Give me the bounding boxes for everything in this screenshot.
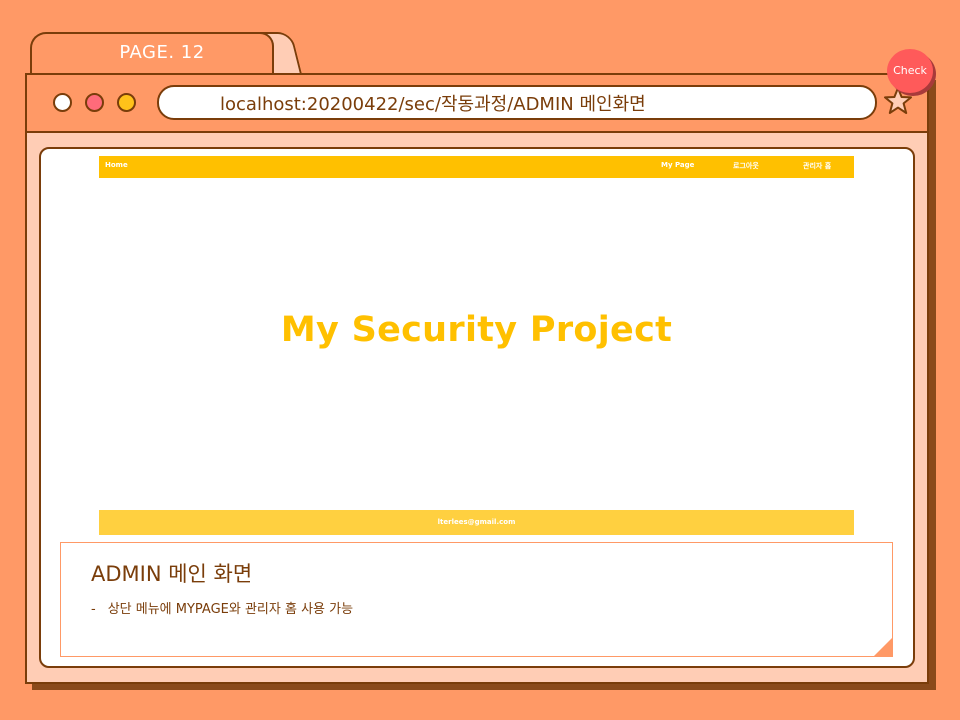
note-bullet: - 상단 메뉴에 MYPAGE와 관리자 홈 사용 가능 <box>91 598 353 617</box>
nav-home-link[interactable]: Home <box>105 161 128 169</box>
hero-title: My Security Project <box>280 310 673 350</box>
maximize-dot[interactable] <box>117 93 136 112</box>
address-bar-url: localhost:20200422/sec/작동과정/ADMIN 메인화면 <box>220 94 646 115</box>
footer-email: lterlees@gmail.com <box>437 518 516 526</box>
bullet-dash: - <box>91 602 96 617</box>
minimize-dot[interactable] <box>85 93 104 112</box>
nav-mypage-link[interactable]: My Page <box>661 161 694 169</box>
folded-corner-icon <box>873 637 893 657</box>
check-label: Check <box>893 64 927 77</box>
note-bullet-text: 상단 메뉴에 MYPAGE와 관리자 홈 사용 가능 <box>107 602 354 617</box>
nav-logout-link[interactable]: 로그아웃 <box>733 161 759 171</box>
note-title: ADMIN 메인 화면 <box>91 562 253 586</box>
nav-admin-home-link[interactable]: 관리자 홈 <box>803 161 831 171</box>
close-dot[interactable] <box>53 93 72 112</box>
page-label: PAGE. 12 <box>119 42 205 63</box>
